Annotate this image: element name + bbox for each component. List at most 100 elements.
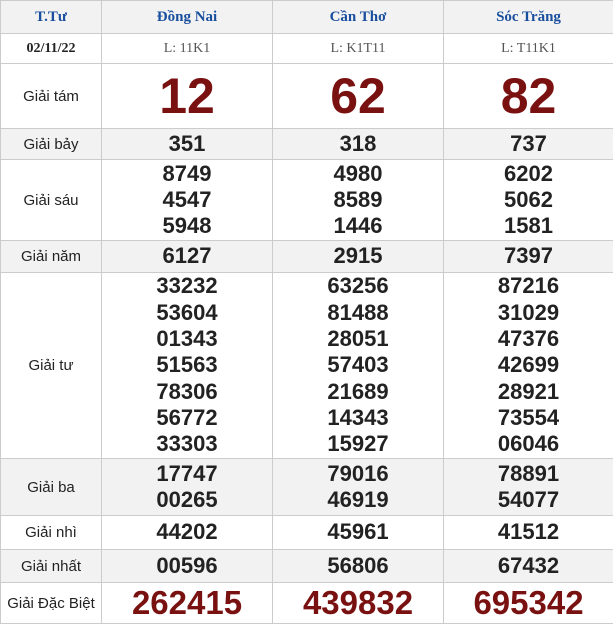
prize-row-giai-tu: Giải tư332325360401343515637830656772333…	[1, 273, 613, 459]
prize-cell-can-tho: 45961	[273, 516, 444, 550]
prize-number: 42699	[444, 352, 613, 378]
prize-number: 28921	[444, 379, 613, 405]
prize-number: 47376	[444, 326, 613, 352]
prize-cell-can-tho: 439832	[273, 583, 444, 624]
prize-number: 33232	[102, 273, 272, 299]
prize-number: 00596	[102, 553, 272, 579]
prize-number: 737	[444, 131, 613, 157]
prize-number: 7397	[444, 243, 613, 269]
prize-row-giai-dac-biet: Giải Đặc Biệt262415439832695342	[1, 583, 613, 624]
header-row: T.Tư Đồng Nai Cần Thơ Sóc Trăng	[1, 1, 613, 34]
prize-cell-dong-nai: 00596	[102, 550, 273, 583]
prize-number: 6127	[102, 243, 272, 269]
prize-cell-dong-nai: 262415	[102, 583, 273, 624]
prize-number: 82	[444, 64, 613, 128]
prize-cell-soc-trang: 7889154077	[444, 459, 613, 516]
prize-label: Giải ba	[1, 459, 102, 516]
province-soc-trang[interactable]: Sóc Trăng	[444, 1, 613, 34]
prize-label: Giải năm	[1, 241, 102, 273]
prize-cell-dong-nai: 12	[102, 64, 273, 129]
prize-number: 78306	[102, 379, 272, 405]
prize-label: Giải tư	[1, 273, 102, 459]
prize-number: 28051	[273, 326, 443, 352]
prize-row-giai-tam: Giải tám126282	[1, 64, 613, 129]
prize-number: 46919	[273, 487, 443, 513]
prize-number: 2915	[273, 243, 443, 269]
prize-number: 73554	[444, 405, 613, 431]
prize-cell-soc-trang: 695342	[444, 583, 613, 624]
prize-number: 1446	[273, 213, 443, 239]
lottery-results-table: T.Tư Đồng Nai Cần Thơ Sóc Trăng 02/11/22…	[0, 0, 613, 624]
prize-row-giai-nam: Giải năm612729157397	[1, 241, 613, 273]
prize-cell-dong-nai: 874945475948	[102, 160, 273, 241]
prize-cell-dong-nai: 33232536040134351563783065677233303	[102, 273, 273, 459]
prize-cell-dong-nai: 6127	[102, 241, 273, 273]
weekday-label: T.Tư	[1, 1, 102, 34]
prize-number: 6202	[444, 161, 613, 187]
prize-label: Giải nhất	[1, 550, 102, 583]
prize-number: 31029	[444, 300, 613, 326]
prize-cell-soc-trang: 620250621581	[444, 160, 613, 241]
prize-number: 351	[102, 131, 272, 157]
prize-label: Giải sáu	[1, 160, 102, 241]
prize-number: 12	[102, 64, 272, 128]
prize-number: 21689	[273, 379, 443, 405]
prize-cell-can-tho: 318	[273, 129, 444, 160]
prize-cell-can-tho: 56806	[273, 550, 444, 583]
prize-cell-soc-trang: 82	[444, 64, 613, 129]
prize-number: 87216	[444, 273, 613, 299]
prize-number: 33303	[102, 431, 272, 457]
prize-number: 63256	[273, 273, 443, 299]
prize-number: 00265	[102, 487, 272, 513]
prize-cell-can-tho: 2915	[273, 241, 444, 273]
prize-number: 15927	[273, 431, 443, 457]
prize-cell-can-tho: 63256814882805157403216891434315927	[273, 273, 444, 459]
prize-label: Giải tám	[1, 64, 102, 129]
draw-date: 02/11/22	[1, 34, 102, 64]
prize-number: 8589	[273, 187, 443, 213]
prize-number: 01343	[102, 326, 272, 352]
prize-cell-soc-trang: 7397	[444, 241, 613, 273]
prize-row-giai-ba: Giải ba177470026579016469197889154077	[1, 459, 613, 516]
prize-number: 78891	[444, 461, 613, 487]
prize-number: 62	[273, 64, 443, 128]
prize-number: 57403	[273, 352, 443, 378]
prize-number: 81488	[273, 300, 443, 326]
prize-label: Giải Đặc Biệt	[1, 583, 102, 624]
prize-number: 51563	[102, 352, 272, 378]
prize-number: 56806	[273, 553, 443, 579]
prize-number: 06046	[444, 431, 613, 457]
prize-number: 439832	[273, 583, 443, 623]
prize-number: 44202	[102, 519, 272, 545]
prize-cell-soc-trang: 67432	[444, 550, 613, 583]
prize-number: 67432	[444, 553, 613, 579]
prize-row-giai-bay: Giải bảy351318737	[1, 129, 613, 160]
province-dong-nai[interactable]: Đồng Nai	[102, 1, 273, 34]
prize-number: 56772	[102, 405, 272, 431]
prize-number: 17747	[102, 461, 272, 487]
prize-number: 5948	[102, 213, 272, 239]
prize-cell-dong-nai: 1774700265	[102, 459, 273, 516]
prize-number: 4980	[273, 161, 443, 187]
prize-row-giai-nhat: Giải nhất005965680667432	[1, 550, 613, 583]
prize-cell-can-tho: 62	[273, 64, 444, 129]
prize-cell-soc-trang: 87216310294737642699289217355406046	[444, 273, 613, 459]
prize-number: 14343	[273, 405, 443, 431]
prize-number: 54077	[444, 487, 613, 513]
ticket-code-soc-trang: L: T11K1	[444, 34, 613, 64]
prize-cell-soc-trang: 737	[444, 129, 613, 160]
prize-cell-dong-nai: 44202	[102, 516, 273, 550]
ticket-code-can-tho: L: K1T11	[273, 34, 444, 64]
prize-number: 45961	[273, 519, 443, 545]
prize-number: 41512	[444, 519, 613, 545]
prize-number: 4547	[102, 187, 272, 213]
province-can-tho[interactable]: Cần Thơ	[273, 1, 444, 34]
ticket-code-dong-nai: L: 11K1	[102, 34, 273, 64]
prize-cell-soc-trang: 41512	[444, 516, 613, 550]
prize-number: 8749	[102, 161, 272, 187]
prize-number: 1581	[444, 213, 613, 239]
prize-number: 79016	[273, 461, 443, 487]
prize-cell-dong-nai: 351	[102, 129, 273, 160]
prize-number: 695342	[444, 583, 613, 623]
prize-number: 262415	[102, 583, 272, 623]
